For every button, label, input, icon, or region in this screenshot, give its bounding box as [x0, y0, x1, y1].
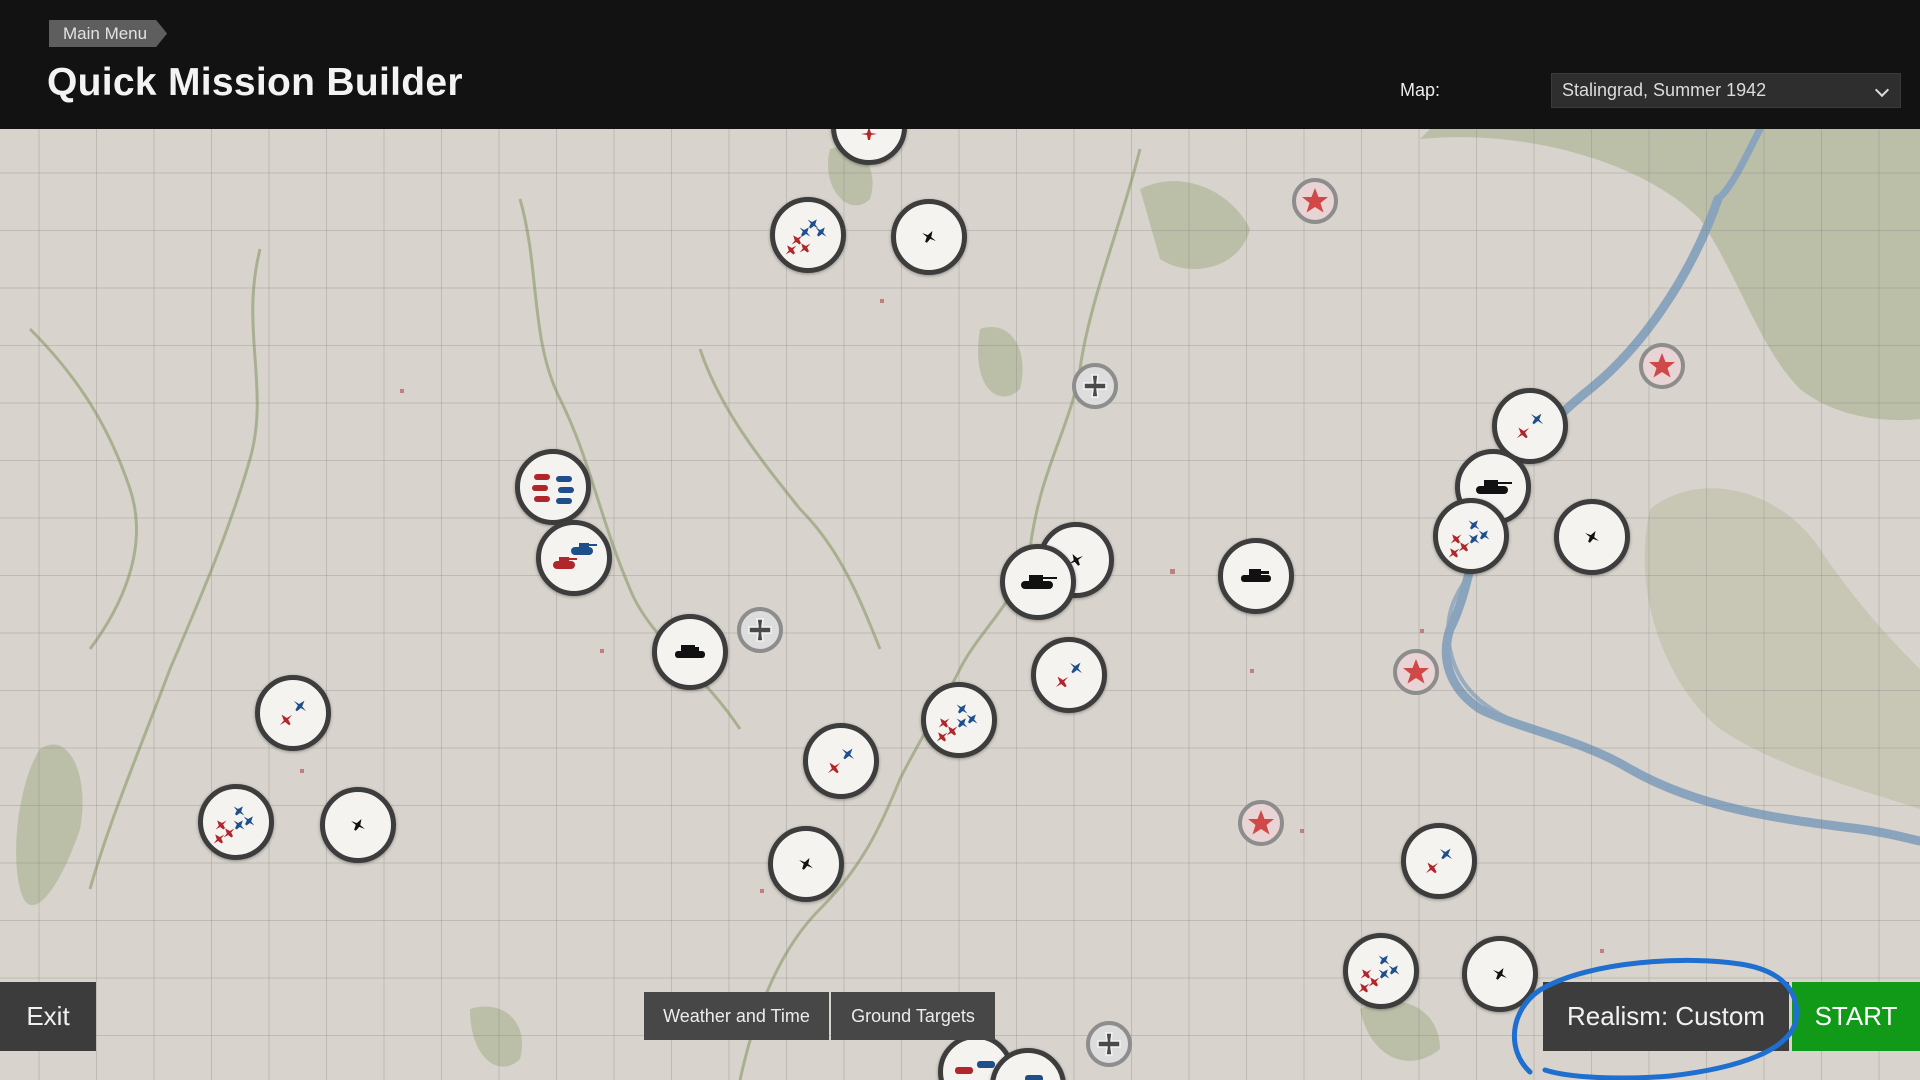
ground-targets-button[interactable]: Ground Targets: [831, 992, 995, 1040]
map-select-dropdown[interactable]: Stalingrad, Summer 1942: [1551, 73, 1901, 108]
map-select-value: Stalingrad, Summer 1942: [1562, 80, 1767, 100]
map-marker-waypoint[interactable]: [1554, 499, 1630, 575]
airfield-marker[interactable]: [1238, 800, 1284, 846]
top-header: Main Menu Quick Mission Builder Map: Sta…: [0, 0, 1920, 129]
map-marker-waypoint[interactable]: [1462, 936, 1538, 1012]
mission-map[interactable]: [0, 129, 1920, 1080]
depot-marker[interactable]: [737, 607, 783, 653]
page-title: Quick Mission Builder: [47, 61, 463, 104]
map-marker-flight-mixed[interactable]: [770, 197, 846, 273]
map-marker-waypoint[interactable]: [768, 826, 844, 902]
start-button[interactable]: START: [1792, 982, 1920, 1051]
map-marker-vehicle[interactable]: [652, 614, 728, 690]
map-marker-flight-mixed[interactable]: [198, 784, 274, 860]
map-marker-flight-mixed[interactable]: [1343, 933, 1419, 1009]
map-marker-vehicle[interactable]: [1218, 538, 1294, 614]
depot-marker[interactable]: [1086, 1021, 1132, 1067]
map-marker-waypoint[interactable]: [891, 199, 967, 275]
map-grid: [0, 129, 1920, 1080]
map-marker-flight-pair[interactable]: [1401, 823, 1477, 899]
map-marker-flight-pair[interactable]: [1031, 637, 1107, 713]
map-marker-tank-group[interactable]: [515, 449, 591, 525]
chevron-down-icon: [1874, 82, 1890, 98]
map-marker-tank[interactable]: [1000, 544, 1076, 620]
exit-button[interactable]: Exit: [0, 982, 96, 1051]
airfield-marker[interactable]: [1292, 178, 1338, 224]
map-marker-flight-pair[interactable]: [803, 723, 879, 799]
map-label: Map:: [1400, 80, 1441, 100]
map-marker-tank-pair[interactable]: [536, 520, 612, 596]
airfield-marker[interactable]: [1639, 343, 1685, 389]
map-marker-waypoint[interactable]: [320, 787, 396, 863]
realism-button[interactable]: Realism: Custom: [1543, 982, 1789, 1051]
weather-and-time-button[interactable]: Weather and Time: [644, 992, 829, 1040]
map-marker-flight-mixed[interactable]: [1433, 498, 1509, 574]
map-marker-flight-pair[interactable]: [255, 675, 331, 751]
depot-marker[interactable]: [1072, 363, 1118, 409]
map-marker-flight-mixed[interactable]: [921, 682, 997, 758]
breadcrumb-main-menu[interactable]: Main Menu: [49, 20, 167, 47]
airfield-marker[interactable]: [1393, 649, 1439, 695]
